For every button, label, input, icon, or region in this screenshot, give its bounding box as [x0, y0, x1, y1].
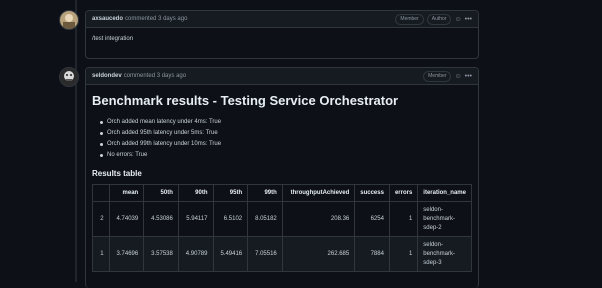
column-header: 50th — [143, 184, 179, 202]
iteration-name: seldon- benchmark- sdep-2 — [423, 206, 455, 231]
table-cell: 2 — [92, 201, 110, 237]
column-header: iteration_name — [417, 184, 472, 202]
table-cell: 4.74039 — [108, 201, 145, 237]
comment-1: axsaucedo commented 3 days ago Member Au… — [85, 10, 479, 59]
table-cell: 208.36 — [281, 201, 356, 237]
comment-action: commented — [125, 16, 157, 22]
column-header: 90th — [177, 184, 214, 202]
comment-body: Benchmark results - Testing Service Orch… — [86, 85, 478, 272]
table-cell: 6.5102 — [212, 201, 249, 237]
kebab-menu-icon[interactable]: ••• — [465, 73, 472, 80]
table-row: 1 3.74696 3.57538 4.90789 5.49416 7.0551… — [92, 236, 472, 272]
comment-author[interactable]: seldondev — [92, 73, 122, 79]
benchmark-title: Benchmark results - Testing Service Orch… — [92, 93, 399, 108]
column-header: throughputAchieved — [281, 184, 356, 202]
result-item: No errors: True — [100, 150, 472, 161]
results-list: Orch added mean latency under 4ms: True … — [92, 117, 472, 161]
table-row: 2 4.74039 4.53086 5.94117 6.5102 8.05182… — [92, 201, 472, 237]
iteration-name: seldon- benchmark- sdep-3 — [423, 241, 455, 266]
table-cell: 1 — [92, 236, 110, 272]
member-badge: Member — [423, 70, 452, 82]
table-cell: 5.94117 — [177, 201, 214, 237]
table-cell: 7884 — [354, 236, 390, 272]
column-header — [92, 184, 110, 202]
comment-action: commented — [123, 73, 156, 79]
table-cell: 3.74696 — [108, 236, 145, 272]
author-badge: Author — [426, 13, 452, 25]
comment-header: axsaucedo commented 3 days ago Member Au… — [86, 11, 478, 28]
table-cell: 4.53086 — [143, 201, 179, 237]
table-cell: 5.49416 — [212, 236, 249, 272]
comment-time[interactable]: 3 days ago — [157, 73, 186, 79]
table-header-row: mean 50th 90th 95th 99th throughputAchie… — [92, 184, 472, 202]
table-cell: seldon- benchmark- sdep-2 — [417, 201, 472, 237]
column-header: mean — [108, 184, 145, 202]
results-table-heading: Results table — [92, 169, 142, 178]
table-cell: 3.57538 — [143, 236, 179, 272]
table-cell: 1 — [388, 236, 419, 272]
table-cell: 6254 — [354, 201, 390, 237]
column-header: 99th — [247, 184, 283, 202]
table-cell: seldon- benchmark- sdep-3 — [417, 236, 472, 272]
table-cell: 7.05516 — [247, 236, 283, 272]
results-table: mean 50th 90th 95th 99th throughputAchie… — [92, 184, 472, 272]
avatar-image — [60, 11, 78, 29]
result-item: Orch added 99th latency under 10ms: True — [100, 139, 472, 150]
column-header: 95th — [212, 184, 249, 202]
table-cell: 4.90789 — [177, 236, 214, 272]
comment-time[interactable]: 3 days ago — [158, 16, 187, 22]
comment-2: seldondev commented 3 days ago Member ☺ … — [85, 67, 479, 288]
comment-header: seldondev commented 3 days ago Member ☺ … — [86, 68, 478, 85]
member-badge: Member — [395, 13, 424, 25]
avatar-image — [60, 68, 78, 86]
kebab-menu-icon[interactable]: ••• — [465, 16, 472, 23]
column-header: errors — [388, 184, 419, 202]
result-item: Orch added 95th latency under 5ms: True — [100, 128, 472, 139]
smiley-icon[interactable]: ☺ — [454, 16, 461, 23]
column-header: success — [354, 184, 390, 202]
timeline-line — [75, 0, 77, 282]
table-cell: 8.05182 — [247, 201, 283, 237]
table-cell: 1 — [388, 201, 419, 237]
avatar-axsaucedo[interactable] — [59, 10, 79, 30]
result-item: Orch added mean latency under 4ms: True — [100, 117, 472, 128]
table-cell: 262.685 — [281, 236, 356, 272]
smiley-icon[interactable]: ☺ — [454, 73, 461, 80]
comment-author[interactable]: axsaucedo — [92, 16, 123, 22]
avatar-seldondev[interactable] — [59, 67, 79, 87]
comment-body: /test integration — [92, 36, 134, 42]
